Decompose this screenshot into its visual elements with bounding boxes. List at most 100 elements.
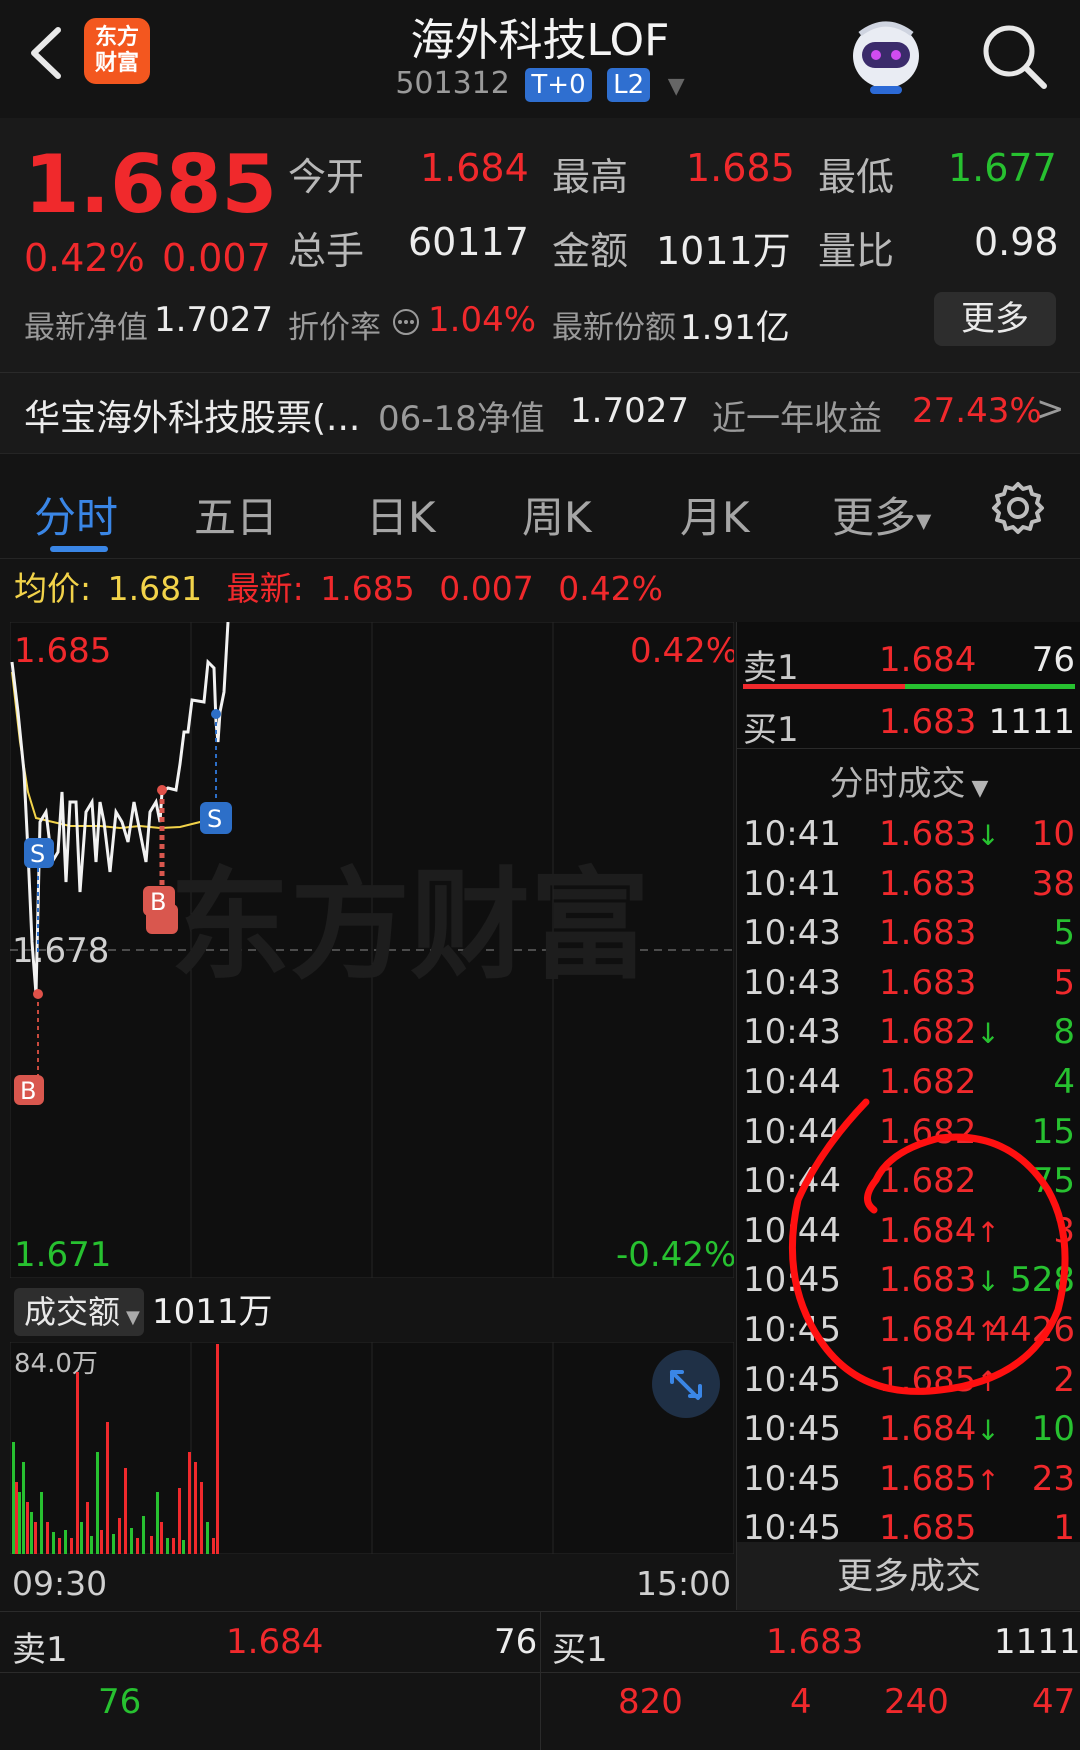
volume-type-dropdown[interactable]: 成交额 ▼ xyxy=(14,1288,144,1336)
intraday-price-chart[interactable]: 东方财富 1.685 0.42% 1.678 1.671 -0.42% B S … xyxy=(9,621,738,1279)
volume-bar-chart[interactable]: 84.0万 xyxy=(9,1341,735,1555)
buy-marker-b-2[interactable]: B xyxy=(143,886,178,934)
trade-qty: 38 xyxy=(1031,863,1075,904)
current-price: 1.685 xyxy=(24,138,278,231)
fund-info-row[interactable]: 华宝海外科技股票(... 06-18净值 1.7027 近一年收益 27.43%… xyxy=(0,372,1080,453)
tab-intraday[interactable]: 分时 xyxy=(34,484,118,545)
latest-value: 1.685 xyxy=(320,569,415,608)
time-axis: 09:30 15:00 xyxy=(0,1558,736,1610)
chart-bottom-price: 1.671 xyxy=(14,1235,111,1275)
bottom-bid-price: 1.683 xyxy=(766,1622,864,1662)
svg-text:S: S xyxy=(207,805,222,833)
divider xyxy=(737,748,1080,749)
bid-row[interactable]: 买1 1.683 1111 xyxy=(737,694,1080,750)
trade-price: 1.683↓ xyxy=(879,814,1000,854)
tab-more[interactable]: 更多▼ xyxy=(832,484,931,545)
change-amount: 0.007 xyxy=(162,236,271,280)
trade-price: 1.685↑ xyxy=(879,1459,1000,1499)
bid-price: 1.683 xyxy=(879,702,977,742)
active-tab-indicator xyxy=(50,546,108,552)
trade-price-value: 1.683 xyxy=(879,863,977,904)
trade-direction-arrow-icon: ↑ xyxy=(976,1463,1000,1497)
trade-qty: 5 xyxy=(1053,913,1075,954)
high-label: 最高 xyxy=(552,155,629,199)
sell-marker-s[interactable]: S xyxy=(24,838,54,868)
quote-panel: 1.685 0.42% 0.007 今开 1.684 最高 1.685 最低 1… xyxy=(0,118,1080,453)
t0-badge: T+0 xyxy=(525,68,592,102)
top-bar: 东方 财富 海外科技LOF 501312 T+0 L2 ▼ xyxy=(0,0,1080,118)
svg-text:B: B xyxy=(20,1077,36,1105)
trade-time: 10:41 xyxy=(743,863,841,904)
bottom-right-value-3: 240 xyxy=(884,1682,949,1722)
info-dots-icon[interactable] xyxy=(392,308,420,340)
settings-gear-icon[interactable] xyxy=(990,480,1046,540)
discount-value: 1.04% xyxy=(428,300,537,340)
trade-time: 10:45 xyxy=(743,1458,841,1499)
l2-badge: L2 xyxy=(607,68,651,102)
trade-qty: 10 xyxy=(1031,814,1075,854)
volume-label: 总手 xyxy=(288,229,365,273)
low-label: 最低 xyxy=(818,155,895,199)
dropdown-caret-icon[interactable]: ▼ xyxy=(668,74,685,99)
caret-down-icon: ▼ xyxy=(916,508,932,533)
latest-change: 0.007 xyxy=(439,569,534,608)
latest-percent: 0.42% xyxy=(558,569,664,608)
trade-row: 10:43 1.683 5 xyxy=(737,957,1080,1007)
tab-five-day[interactable]: 五日 xyxy=(194,484,278,545)
trade-price: 1.683 xyxy=(879,963,976,1003)
trade-price-value: 1.683 xyxy=(879,962,977,1003)
bottom-bid-label: 买1 xyxy=(552,1630,608,1670)
tab-weekly-k[interactable]: 周K xyxy=(522,484,592,545)
latest-label: 最新: xyxy=(226,569,304,608)
amount-value: 1011万 xyxy=(656,229,791,273)
sell-marker-s-2[interactable]: S xyxy=(200,802,232,834)
search-icon[interactable] xyxy=(978,20,1050,92)
tab-daily-k[interactable]: 日K xyxy=(366,484,436,545)
open-value: 1.684 xyxy=(420,146,529,190)
ask-label: 卖1 xyxy=(743,648,799,688)
trade-time: 10:43 xyxy=(743,1012,841,1053)
trade-price: 1.682↓ xyxy=(879,1012,1000,1052)
bid-label: 买1 xyxy=(743,710,799,750)
shares-label: 最新份额 xyxy=(552,310,676,346)
bottom-ask-price: 1.684 xyxy=(226,1622,324,1662)
trade-price-value: 1.683 xyxy=(879,814,977,854)
more-button[interactable]: 更多 xyxy=(934,292,1056,346)
ask-strength-bar xyxy=(743,684,905,689)
more-trades-button[interactable]: 更多成交 xyxy=(737,1542,1080,1610)
caret-down-icon: ▼ xyxy=(126,1307,140,1328)
caret-down-icon: ▼ xyxy=(971,776,989,801)
trade-price: 1.683 xyxy=(879,913,976,953)
bottom-ask-qty: 76 xyxy=(494,1622,538,1662)
trade-price: 1.683 xyxy=(879,864,976,904)
volume-max-label: 84.0万 xyxy=(14,1349,98,1379)
fund-nav-value: 1.7027 xyxy=(570,391,689,431)
robot-assistant-icon[interactable] xyxy=(846,12,926,96)
chart-mid-price: 1.678 xyxy=(12,931,109,971)
return-label: 近一年收益 xyxy=(712,399,882,439)
buy-marker-b[interactable]: B xyxy=(14,1075,44,1105)
open-label: 今开 xyxy=(288,155,365,199)
trade-qty: 8 xyxy=(1053,1012,1075,1053)
trade-price-value: 1.685 xyxy=(879,1458,977,1499)
bottom-right-value-2: 4 xyxy=(790,1682,812,1722)
shares-value: 1.91亿 xyxy=(680,308,790,348)
ratio-value: 0.98 xyxy=(974,220,1059,264)
svg-text:B: B xyxy=(150,888,166,916)
trades-dropdown[interactable]: 分时成交 ▼ xyxy=(737,756,1080,805)
trades-title: 分时成交 xyxy=(829,764,966,804)
trade-time: 10:43 xyxy=(743,913,841,954)
avg-label: 均价: xyxy=(14,569,92,608)
trade-qty: 23 xyxy=(1031,1458,1075,1499)
expand-chart-icon[interactable] xyxy=(652,1350,720,1418)
time-start: 09:30 xyxy=(12,1564,108,1603)
trade-direction-arrow-icon: ↓ xyxy=(976,819,1000,852)
time-end: 15:00 xyxy=(636,1564,732,1603)
ask-row[interactable]: 卖1 1.684 76 xyxy=(737,632,1080,688)
tab-monthly-k[interactable]: 月K xyxy=(680,484,750,545)
fund-name: 华宝海外科技股票(... xyxy=(24,398,361,439)
bottom-left-value: 76 xyxy=(98,1682,142,1722)
trade-time: 10:43 xyxy=(743,962,841,1003)
trade-row: 10:43 1.682↓ 8 xyxy=(737,1006,1080,1056)
ask-qty: 76 xyxy=(1031,640,1075,680)
